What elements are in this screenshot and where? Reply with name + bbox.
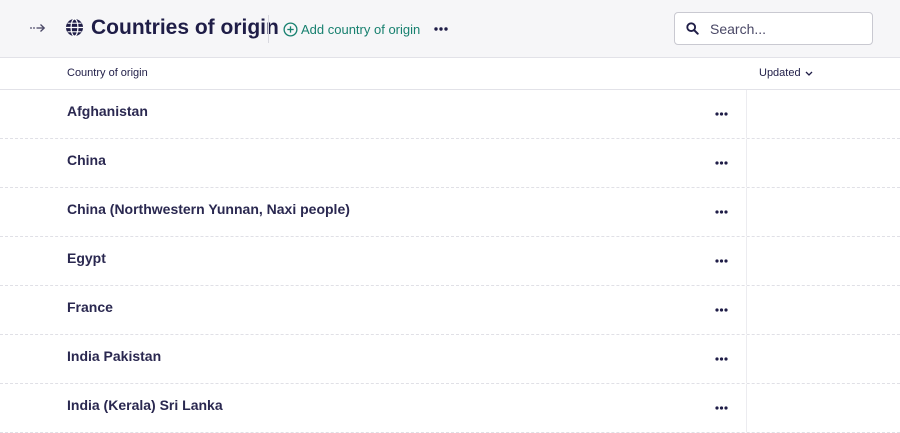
search-box[interactable] — [674, 12, 873, 45]
row-more-button[interactable] — [710, 203, 732, 221]
country-list: Afghanistan China China (Northwestern Yu… — [0, 90, 900, 433]
ellipsis-icon — [434, 27, 448, 31]
row-more-button[interactable] — [710, 399, 732, 417]
column-divider — [746, 335, 747, 383]
country-name[interactable]: China (Northwestern Yunnan, Naxi people) — [67, 201, 350, 217]
globe-icon — [65, 18, 84, 37]
table-row[interactable]: France — [0, 286, 900, 335]
search-icon — [686, 22, 699, 35]
ellipsis-icon — [714, 308, 728, 312]
column-divider — [746, 188, 747, 236]
row-more-button[interactable] — [710, 154, 732, 172]
search-input[interactable] — [710, 20, 860, 37]
ellipsis-icon — [714, 112, 728, 116]
table-header: Country of origin Updated — [0, 58, 900, 90]
country-name[interactable]: France — [67, 299, 113, 315]
table-row[interactable]: Egypt — [0, 237, 900, 286]
row-more-button[interactable] — [710, 301, 732, 319]
column-divider — [746, 237, 747, 285]
table-row[interactable]: China — [0, 139, 900, 188]
table-row[interactable]: China (Northwestern Yunnan, Naxi people) — [0, 188, 900, 237]
page-title: Countries of origin — [91, 16, 279, 39]
country-name[interactable]: India (Kerala) Sri Lanka — [67, 397, 223, 413]
table-row[interactable]: India (Kerala) Sri Lanka — [0, 384, 900, 433]
column-divider — [746, 90, 747, 138]
plus-circle-icon — [283, 21, 298, 37]
ellipsis-icon — [714, 406, 728, 410]
country-name[interactable]: China — [67, 152, 106, 168]
ellipsis-icon — [714, 357, 728, 361]
table-row[interactable]: India Pakistan — [0, 335, 900, 384]
column-divider — [746, 384, 747, 432]
header-more-button[interactable] — [430, 19, 452, 39]
chevron-down-icon — [805, 71, 813, 76]
ellipsis-icon — [714, 210, 728, 214]
sort-updated-button[interactable]: Updated — [759, 67, 813, 79]
row-more-button[interactable] — [710, 252, 732, 270]
row-more-button[interactable] — [710, 350, 732, 368]
country-name[interactable]: India Pakistan — [67, 348, 161, 364]
country-name[interactable]: Afghanistan — [67, 103, 148, 119]
expand-sidebar-button[interactable] — [28, 20, 48, 36]
row-more-button[interactable] — [710, 105, 732, 123]
ellipsis-icon — [714, 161, 728, 165]
column-divider — [746, 286, 747, 334]
column-divider — [746, 139, 747, 187]
column-header-updated: Updated — [759, 67, 801, 79]
ellipsis-icon — [714, 259, 728, 263]
country-name[interactable]: Egypt — [67, 250, 106, 266]
add-country-label: Add country of origin — [301, 21, 421, 37]
column-header-country: Country of origin — [67, 67, 148, 79]
header-divider — [268, 15, 269, 43]
table-row[interactable]: Afghanistan — [0, 90, 900, 139]
add-country-button[interactable]: Add country of origin — [283, 18, 420, 40]
arrow-right-icon — [30, 24, 46, 32]
page-header: Countries of origin Add country of origi… — [0, 0, 900, 58]
